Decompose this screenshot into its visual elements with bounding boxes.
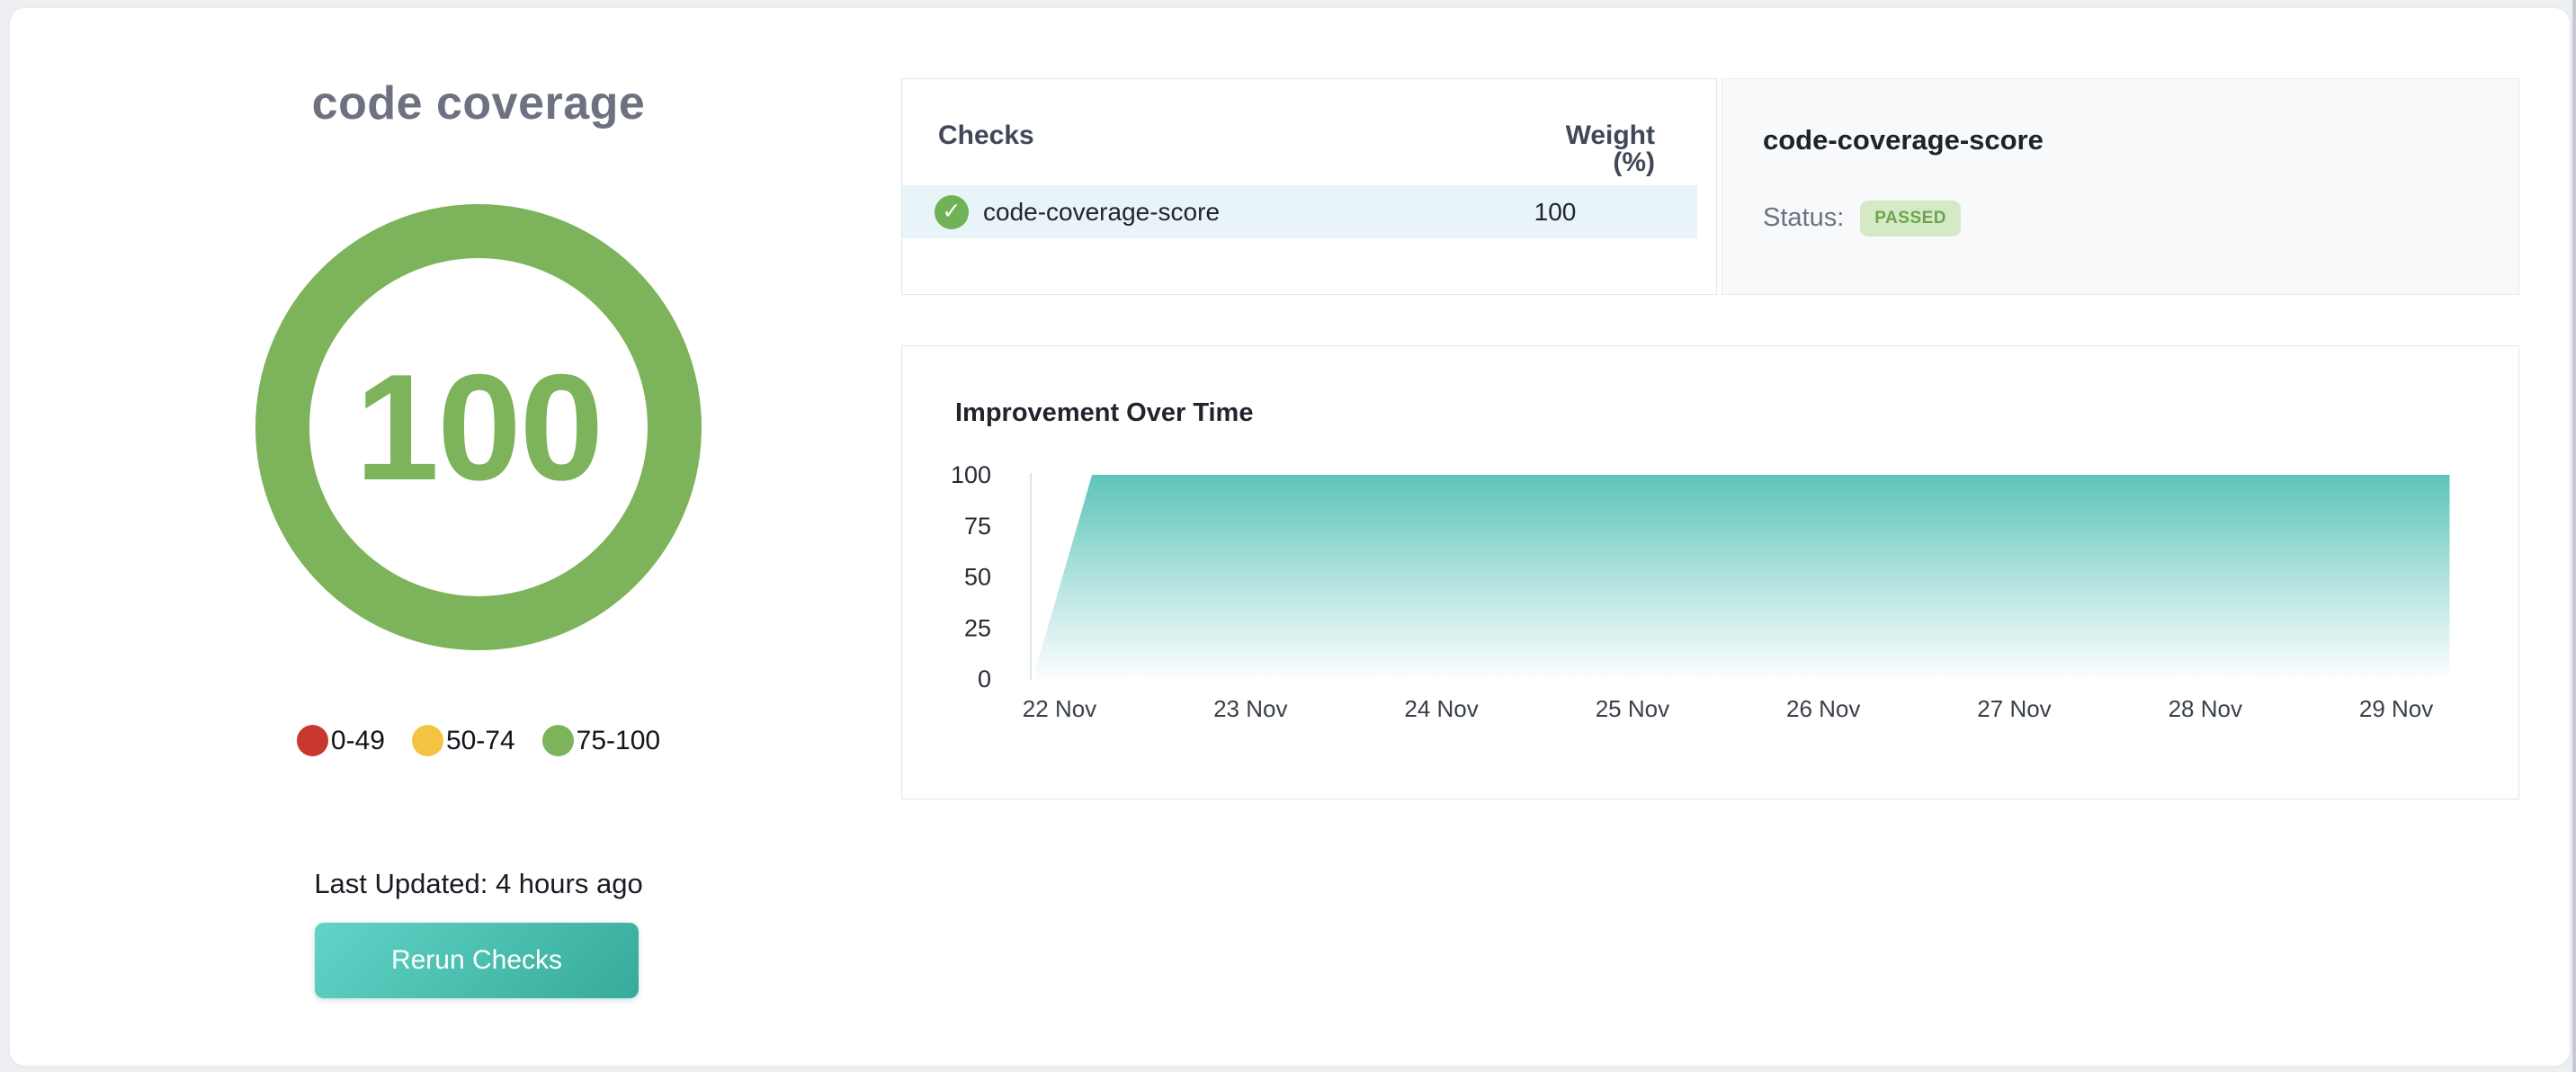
- x-tick-label: 29 Nov: [2359, 695, 2433, 722]
- status-line: Status: PASSED: [1763, 200, 1961, 237]
- y-tick-label: 100: [951, 461, 991, 488]
- status-badge: PASSED: [1860, 201, 1961, 237]
- y-axis-ticks: 100 75 50 25 0: [951, 461, 991, 692]
- table-row[interactable]: ✓ code-coverage-score 100: [902, 185, 1697, 238]
- x-tick-label: 23 Nov: [1213, 695, 1287, 722]
- x-tick-label: 27 Nov: [1977, 695, 2051, 722]
- rerun-checks-button[interactable]: Rerun Checks: [315, 923, 639, 998]
- legend-item-mid: 50-74: [412, 725, 515, 756]
- last-updated-text: Last Updated: 4 hours ago: [245, 868, 712, 900]
- x-tick-label: 22 Nov: [1023, 695, 1096, 722]
- y-tick-label: 25: [964, 614, 991, 641]
- area-series: [1033, 475, 2449, 679]
- weight-column-header: Weight (%): [1520, 122, 1655, 176]
- legend-item-high: 75-100: [542, 725, 660, 756]
- score-legend: 0-49 50-74 75-100: [245, 725, 712, 756]
- red-dot-icon: [297, 725, 328, 756]
- check-name: code-coverage-score: [983, 198, 1220, 227]
- green-dot-icon: [542, 725, 574, 756]
- main-card: code coverage 100 0-49 50-74 75-100 Last…: [9, 7, 2571, 1067]
- amber-dot-icon: [412, 725, 443, 756]
- check-passed-icon: ✓: [935, 195, 969, 229]
- checks-table-panel: Checks Weight (%) ✓ code-coverage-score …: [901, 78, 1717, 295]
- y-tick-label: 50: [964, 564, 991, 591]
- score-gauge: 100: [255, 204, 702, 650]
- legend-item-low: 0-49: [297, 725, 385, 756]
- check-weight-value: 100: [1488, 198, 1623, 227]
- score-summary-panel: code coverage 100 0-49 50-74 75-100 Last…: [245, 8, 712, 1066]
- right-edge-divider: [2572, 0, 2576, 1072]
- x-tick-label: 25 Nov: [1596, 695, 1669, 722]
- check-detail-title: code-coverage-score: [1763, 124, 2044, 156]
- checks-column-header: Checks: [938, 122, 1034, 149]
- y-tick-label: 0: [978, 666, 991, 692]
- x-tick-label: 26 Nov: [1786, 695, 1860, 722]
- improvement-chart-panel: Improvement Over Time 1007550250 22 Nov2…: [901, 345, 2519, 800]
- status-label: Status:: [1763, 203, 1844, 233]
- x-axis-ticks: 22 Nov 23 Nov 24 Nov 25 Nov 26 Nov 27 Nov 28 N…: [1023, 695, 2433, 722]
- score-value: 100: [355, 352, 602, 503]
- page-title: code coverage: [245, 76, 712, 130]
- x-tick-label: 28 Nov: [2169, 695, 2242, 722]
- check-detail-panel: code-coverage-score Status: PASSED: [1722, 78, 2519, 295]
- y-tick-label: 75: [964, 513, 991, 540]
- improvement-area-chart: 100 75 50 25 0 22 Nov 23 Nov 24 Nov 25 Nov 26 No…: [902, 346, 2518, 799]
- x-tick-label: 24 Nov: [1404, 695, 1478, 722]
